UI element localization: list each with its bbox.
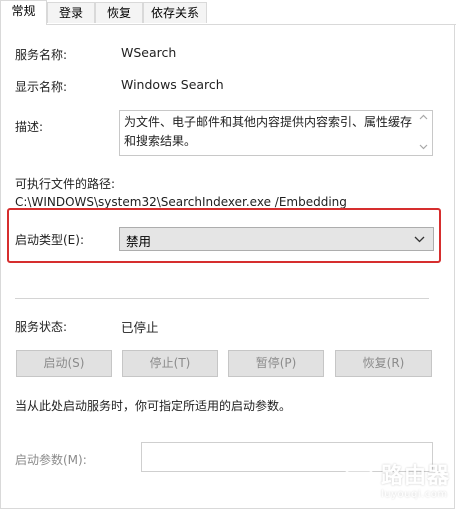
start-button[interactable]: 启动(S) <box>16 350 112 377</box>
resume-button[interactable]: 恢复(R) <box>335 350 432 377</box>
router-logo-icon <box>341 464 377 500</box>
display-name-value: Windows Search <box>121 77 224 92</box>
service-name-value: WSearch <box>121 45 177 60</box>
start-params-hint: 当从此处启动服务时，你可指定所适用的启动参数。 <box>15 399 292 413</box>
watermark-title: 路由器 <box>380 463 450 489</box>
service-status-label: 服务状态: <box>15 320 68 334</box>
chevron-down-icon[interactable] <box>414 232 425 246</box>
exe-path-label: 可执行文件的路径: <box>15 177 116 191</box>
pause-button[interactable]: 暂停(P) <box>228 350 324 377</box>
tab-logon[interactable]: 登录 <box>47 2 95 23</box>
watermark: 路由器 luyouqi.com <box>341 464 450 500</box>
description-scrollbar[interactable] <box>418 113 430 153</box>
startup-type-select[interactable]: 禁用 <box>119 227 434 251</box>
display-name-label: 显示名称: <box>15 80 68 94</box>
watermark-subtitle: luyouqi.com <box>380 488 448 500</box>
tab-strip: 常规 登录 恢复 依存关系 <box>0 0 456 25</box>
startup-type-selected: 禁用 <box>126 234 152 249</box>
general-panel <box>0 24 455 509</box>
description-box[interactable]: 为文件、电子邮件和其他内容提供内容索引、属性缓存和搜索结果。 <box>119 110 433 156</box>
tab-recovery[interactable]: 恢复 <box>95 2 143 23</box>
start-params-label: 启动参数(M): <box>15 453 87 467</box>
service-name-label: 服务名称: <box>15 48 68 62</box>
service-properties-dialog: 常规 登录 恢复 依存关系 服务名称: WSearch 显示名称: Window… <box>0 0 456 510</box>
tab-dependencies[interactable]: 依存关系 <box>143 2 207 23</box>
service-status-value: 已停止 <box>121 320 159 335</box>
scroll-up-icon[interactable] <box>419 113 428 123</box>
stop-button[interactable]: 停止(T) <box>122 350 218 377</box>
description-label: 描述: <box>15 120 44 134</box>
description-text: 为文件、电子邮件和其他内容提供内容索引、属性缓存和搜索结果。 <box>124 115 413 148</box>
section-divider <box>15 298 429 299</box>
tab-general[interactable]: 常规 <box>0 0 47 25</box>
exe-path-value: C:\WINDOWS\system32\SearchIndexer.exe /E… <box>15 195 347 209</box>
startup-type-label: 启动类型(E): <box>15 233 84 247</box>
scroll-down-icon[interactable] <box>419 143 428 153</box>
